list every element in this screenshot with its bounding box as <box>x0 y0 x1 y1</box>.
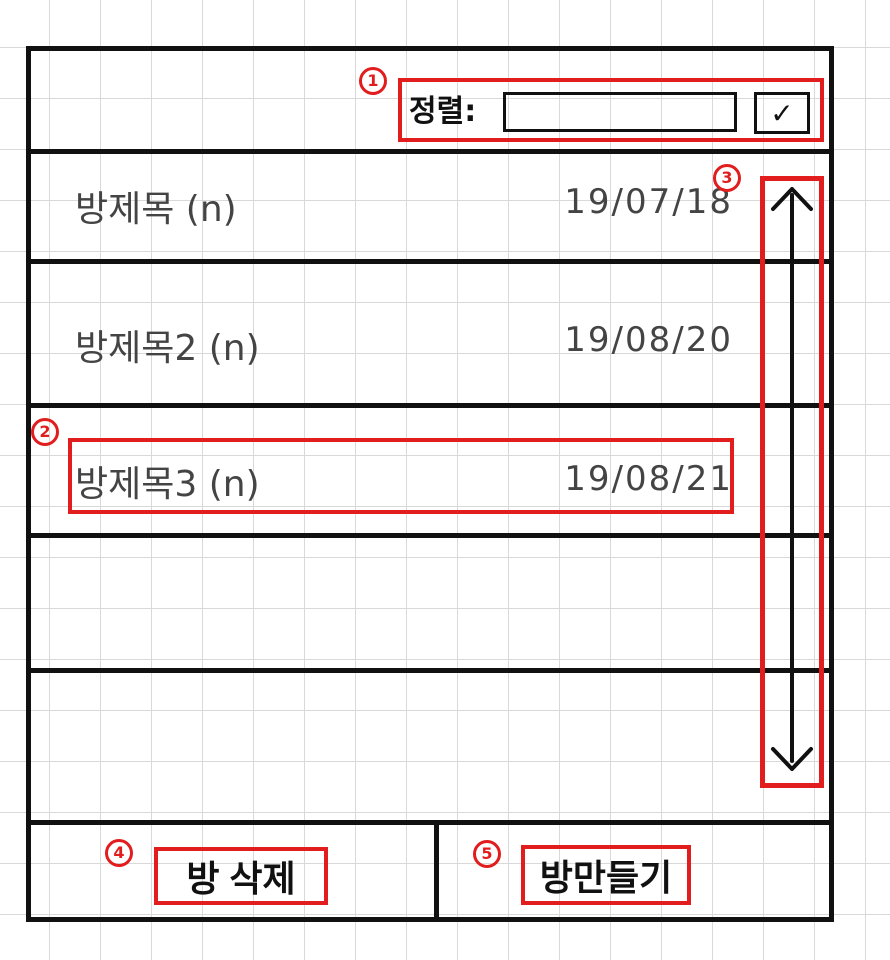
sort-checkbox[interactable]: ✓ <box>754 92 810 134</box>
double-arrow-icon <box>771 187 813 771</box>
create-room-marker: 5 <box>473 840 501 868</box>
checkmark-icon: ✓ <box>770 96 794 130</box>
empty-row-1[interactable] <box>31 538 751 665</box>
room-title-3: 방제목3 (n) <box>75 464 260 505</box>
delete-room-marker: 4 <box>105 839 133 867</box>
sort-marker: 1 <box>359 67 387 95</box>
sort-input[interactable] <box>503 92 737 132</box>
room-row-3[interactable]: 방제목3 (n) 19/08/21 <box>31 408 751 530</box>
sort-label: 정렬: <box>409 94 477 129</box>
room-date-2: 19/08/20 <box>564 320 733 360</box>
create-room-label: 방만들기 <box>539 857 673 898</box>
room-date-1: 19/07/18 <box>564 182 733 222</box>
room-date-3: 19/08/21 <box>564 459 733 499</box>
empty-row-2[interactable] <box>31 673 751 817</box>
room-row-2[interactable]: 방제목2 (n) 19/08/20 <box>31 264 751 400</box>
room-title-1: 방제목 (n) <box>75 189 237 230</box>
delete-room-label: 방 삭제 <box>186 858 296 899</box>
scrollbar[interactable] <box>760 176 824 788</box>
footer-divider <box>26 820 834 825</box>
room-row-1[interactable]: 방제목 (n) 19/07/18 <box>31 154 751 256</box>
footer-center-divider <box>434 823 439 922</box>
scroll-marker: 3 <box>713 164 741 192</box>
create-room-button[interactable]: 방만들기 <box>525 849 687 901</box>
room-title-2: 방제목2 (n) <box>75 328 260 369</box>
delete-room-button[interactable]: 방 삭제 <box>158 851 324 901</box>
